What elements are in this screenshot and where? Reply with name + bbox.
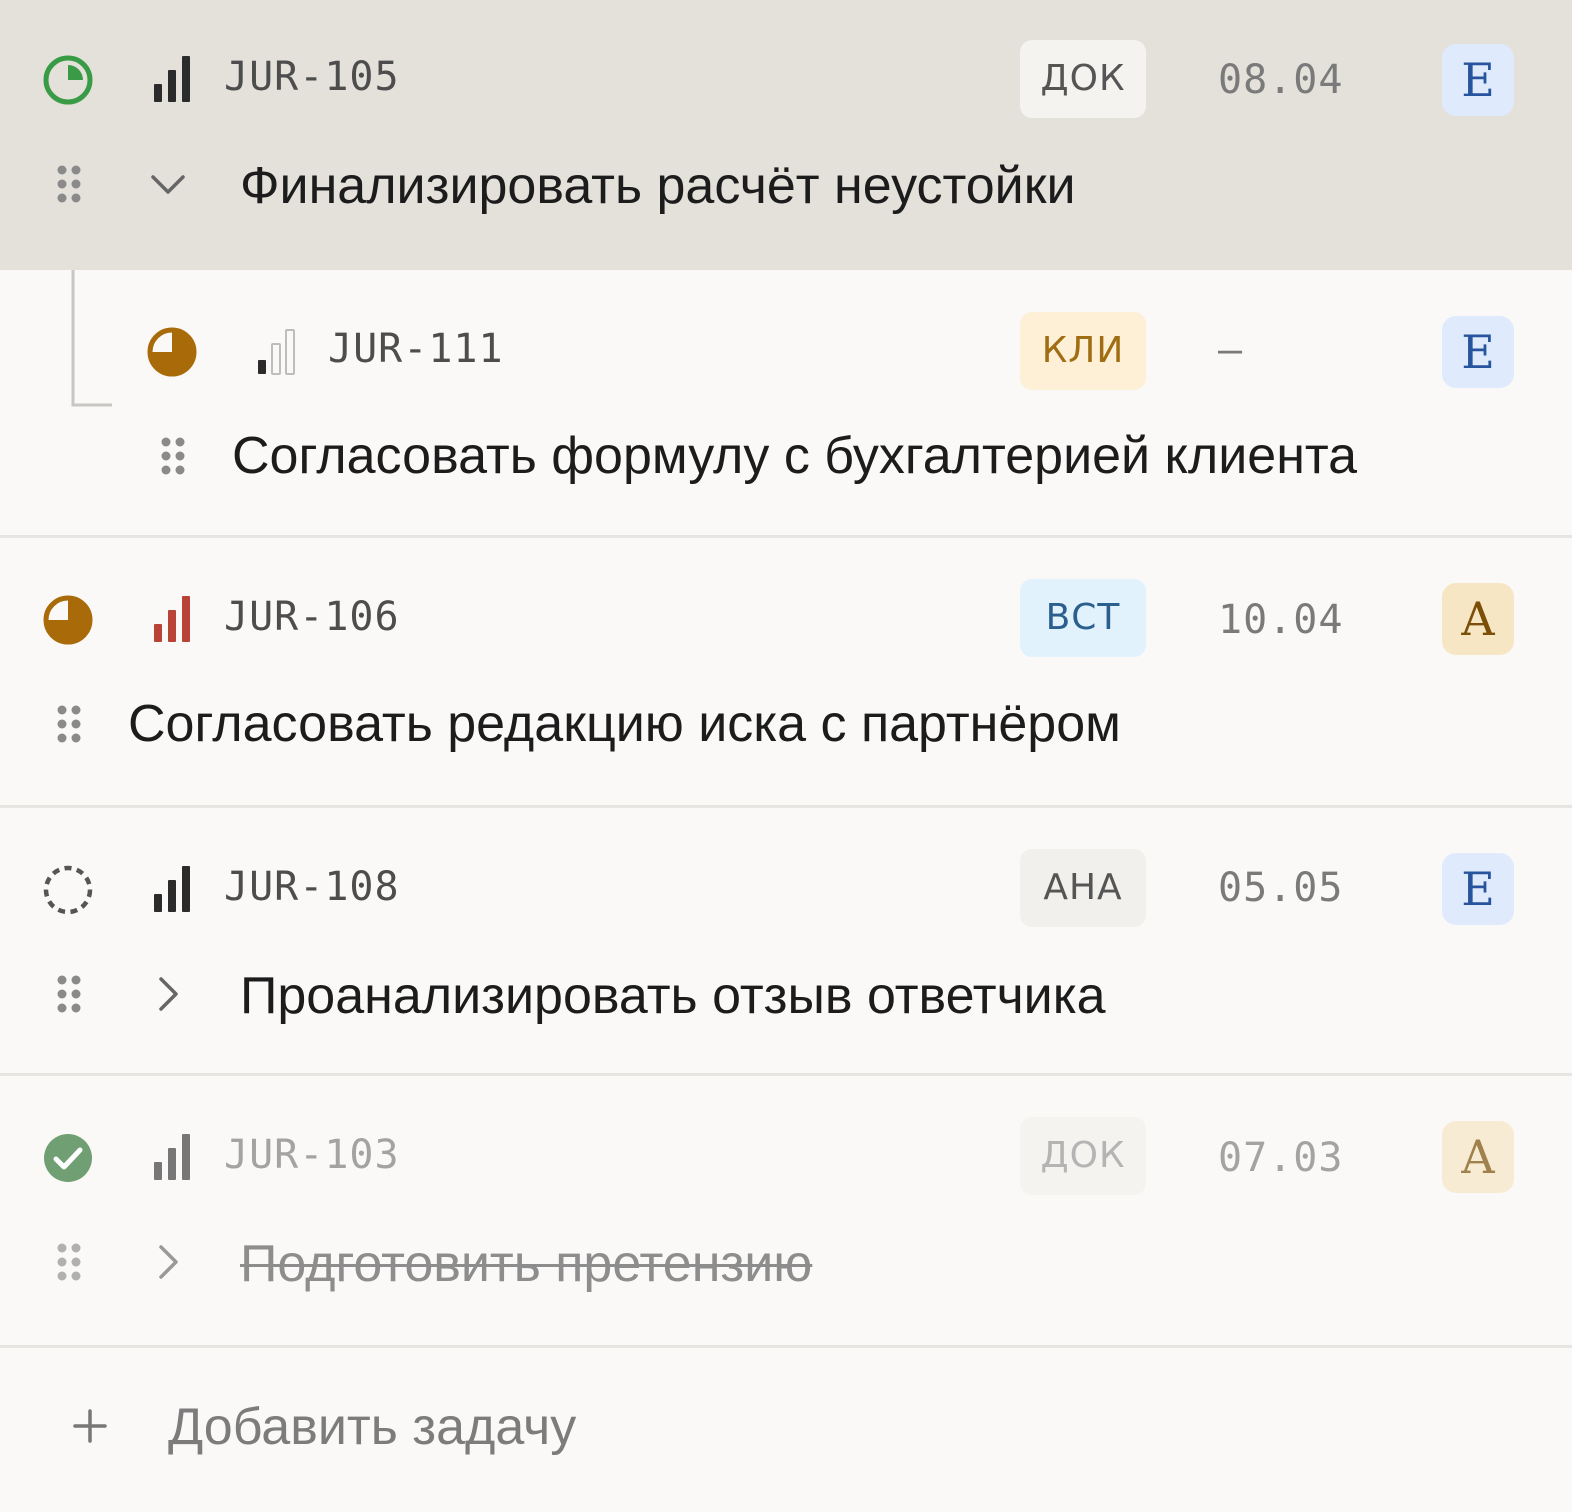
subtask-connector xyxy=(71,270,112,407)
task-key: JUR-108 xyxy=(224,864,400,910)
task-row[interactable]: JUR-108 АНА 05.05 E Проанализировать отз… xyxy=(0,808,1572,1076)
subtask-row[interactable]: JUR-111 КЛИ – E Согласовать формулу с бу… xyxy=(0,270,1572,538)
assignee-avatar[interactable]: A xyxy=(1442,583,1514,655)
drag-handle-icon[interactable] xyxy=(56,1242,82,1282)
priority-bars-icon[interactable] xyxy=(152,864,192,914)
task-key: JUR-103 xyxy=(224,1132,400,1178)
due-date[interactable]: – xyxy=(1218,325,1243,375)
priority-bars-icon[interactable] xyxy=(152,54,192,104)
todo-status-icon[interactable] xyxy=(42,864,94,916)
due-date[interactable]: 08.04 xyxy=(1218,55,1343,105)
task-title[interactable]: Проанализировать отзыв ответчика xyxy=(240,964,1106,1028)
drag-handle-icon[interactable] xyxy=(56,974,82,1014)
task-title[interactable]: Согласовать редакцию иска с партнёром xyxy=(128,692,1121,756)
done-check-icon[interactable] xyxy=(42,1132,94,1184)
task-tag[interactable]: ДОК xyxy=(1020,40,1146,118)
due-date[interactable]: 10.04 xyxy=(1218,595,1343,645)
assignee-avatar[interactable]: E xyxy=(1442,44,1514,116)
drag-handle-icon[interactable] xyxy=(56,704,82,744)
task-key: JUR-105 xyxy=(224,54,400,100)
half-done-status-icon[interactable] xyxy=(146,326,198,378)
task-row[interactable]: JUR-106 ВСТ 10.04 A Согласовать редакцию… xyxy=(0,538,1572,808)
priority-bars-icon[interactable] xyxy=(152,1132,192,1182)
task-title[interactable]: Финализировать расчёт неустойки xyxy=(240,154,1076,218)
task-tag[interactable]: АНА xyxy=(1020,849,1146,927)
add-task-label: Добавить задачу xyxy=(168,1398,577,1456)
chevron-right-icon[interactable] xyxy=(150,976,186,1012)
assignee-avatar[interactable]: A xyxy=(1442,1121,1514,1193)
task-key: JUR-106 xyxy=(224,594,400,640)
due-date[interactable]: 05.05 xyxy=(1218,863,1343,913)
plus-icon xyxy=(73,1409,107,1443)
priority-low-icon[interactable] xyxy=(256,326,296,376)
task-row[interactable]: JUR-105 ДОК 08.04 E Финализировать расчё… xyxy=(0,0,1572,270)
assignee-avatar[interactable]: E xyxy=(1442,853,1514,925)
task-title[interactable]: Согласовать формулу с бухгалтерией клиен… xyxy=(232,424,1357,488)
task-title[interactable]: Подготовить претензию xyxy=(240,1232,812,1296)
task-tag[interactable]: КЛИ xyxy=(1020,312,1146,390)
task-tag[interactable]: ВСТ xyxy=(1020,579,1146,657)
in-progress-status-icon[interactable] xyxy=(42,54,94,106)
assignee-avatar[interactable]: E xyxy=(1442,316,1514,388)
priority-urgent-icon[interactable] xyxy=(152,594,192,644)
due-date[interactable]: 07.03 xyxy=(1218,1133,1343,1183)
chevron-right-icon[interactable] xyxy=(150,1244,186,1280)
task-tag[interactable]: ДОК xyxy=(1020,1117,1146,1195)
chevron-down-icon[interactable] xyxy=(150,166,186,202)
task-row[interactable]: JUR-103 ДОК 07.03 A Подготовить претензи… xyxy=(0,1076,1572,1348)
drag-handle-icon[interactable] xyxy=(160,436,186,476)
drag-handle-icon[interactable] xyxy=(56,164,82,204)
half-done-status-icon[interactable] xyxy=(42,594,94,646)
task-key: JUR-111 xyxy=(328,326,504,372)
